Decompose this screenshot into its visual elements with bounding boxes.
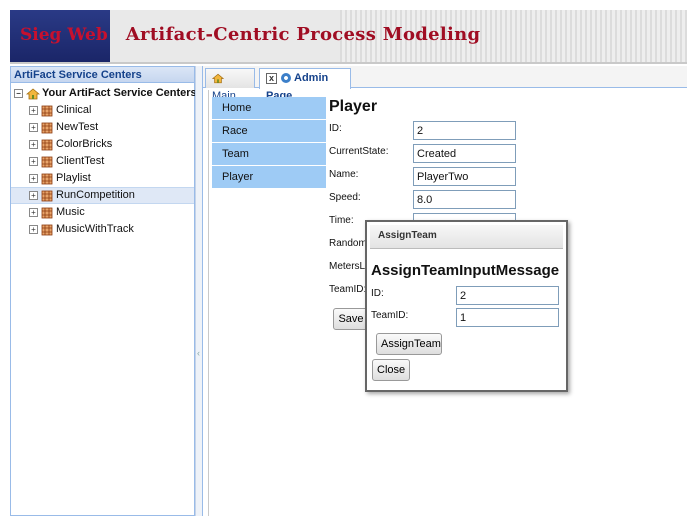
field-label: ID:: [371, 288, 384, 299]
dialog-team-id-input[interactable]: [456, 308, 559, 327]
home-icon: [212, 73, 224, 83]
tree-item-label: NewTest: [56, 121, 99, 133]
field-label: Name:: [329, 169, 359, 180]
field-label: TeamID:: [329, 284, 367, 295]
tree-item-label: ClientTest: [56, 155, 105, 167]
tree-item-colorbricks[interactable]: + ColorBricks: [11, 136, 194, 153]
name-input[interactable]: [413, 167, 516, 186]
field-id: ID:: [329, 121, 629, 144]
grid-icon: [41, 156, 53, 167]
grid-icon: [41, 207, 53, 218]
field-label: TeamID:: [371, 310, 409, 321]
service-tree: − Your ArtiFact Service Centers + Clinical…: [11, 83, 197, 238]
assign-team-button[interactable]: AssignTeam: [376, 333, 442, 355]
admin-gear-icon: [281, 73, 291, 84]
tree-item-clienttest[interactable]: + ClientTest: [11, 153, 194, 170]
current-state-input[interactable]: [413, 144, 516, 163]
grid-icon: [41, 190, 53, 201]
tree-item-label: ColorBricks: [56, 138, 113, 150]
expand-icon[interactable]: +: [29, 106, 38, 115]
dialog-field-id: ID:: [371, 286, 561, 306]
grid-icon: [41, 105, 53, 116]
tab-main[interactable]: Main: [205, 68, 255, 102]
tree-item-label: RunCompetition: [56, 189, 135, 201]
app-title: Artifact-Centric Process Modeling: [125, 24, 481, 45]
tree-item-label: MusicWithTrack: [56, 223, 134, 235]
field-label: ID:: [329, 123, 342, 134]
expand-icon[interactable]: +: [29, 140, 38, 149]
header-banner: Sieg Web Artifact-Centric Process Modelin…: [10, 10, 687, 64]
panel-splitter[interactable]: ‹: [195, 66, 202, 516]
expand-icon[interactable]: +: [29, 191, 38, 200]
nav-team[interactable]: Team: [212, 143, 326, 165]
dialog-title[interactable]: AssignTeam: [370, 225, 563, 249]
dialog-field-team-id: TeamID:: [371, 308, 561, 328]
id-input[interactable]: [413, 121, 516, 140]
field-current-state: CurrentState:: [329, 144, 629, 167]
field-label: Speed:: [329, 192, 361, 203]
home-icon: [26, 87, 40, 99]
entity-nav: Home Race Team Player: [212, 97, 326, 189]
tree-item-clinical[interactable]: + Clinical: [11, 102, 194, 119]
tab-strip: Main x Admin Page: [203, 66, 687, 102]
brand-title: Sieg Web Artifact-Centric Process Modelin…: [20, 24, 480, 45]
dialog-heading: AssignTeamInputMessage: [371, 262, 560, 279]
service-centers-panel: ArtiFact Service Centers − Your ArtiFact …: [10, 66, 197, 516]
tree-item-label: Playlist: [56, 172, 91, 184]
grid-icon: [41, 224, 53, 235]
field-label: Time:: [329, 215, 354, 226]
brand-name: Sieg Web: [20, 25, 108, 45]
tree-item-label: Music: [56, 206, 85, 218]
grid-icon: [41, 122, 53, 133]
field-name: Name:: [329, 167, 629, 190]
assign-team-dialog: AssignTeam AssignTeamInputMessage ID: Te…: [365, 220, 568, 392]
tree-item-playlist[interactable]: + Playlist: [11, 170, 194, 187]
nav-race[interactable]: Race: [212, 120, 326, 142]
close-tab-icon[interactable]: x: [266, 72, 277, 84]
field-label: CurrentState:: [329, 146, 389, 157]
splitter-grip-icon[interactable]: ‹: [197, 348, 200, 358]
save-button[interactable]: Save: [333, 308, 369, 330]
collapse-icon[interactable]: −: [14, 89, 23, 98]
grid-icon: [41, 173, 53, 184]
tree-item-music[interactable]: + Music: [11, 204, 194, 221]
tree-item-runcompetition[interactable]: + RunCompetition: [11, 187, 194, 204]
panel-title: ArtiFact Service Centers: [11, 67, 194, 83]
field-label: RandomI: [329, 238, 370, 249]
tree-item-newtest[interactable]: + NewTest: [11, 119, 194, 136]
tree-item-musicwithtrack[interactable]: + MusicWithTrack: [11, 221, 194, 238]
tree-root-label: Your ArtiFact Service Centers: [42, 87, 197, 99]
nav-home[interactable]: Home: [212, 97, 326, 119]
grid-icon: [41, 139, 53, 150]
expand-icon[interactable]: +: [29, 225, 38, 234]
field-speed: Speed:: [329, 190, 629, 213]
expand-icon[interactable]: +: [29, 157, 38, 166]
dialog-id-input[interactable]: [456, 286, 559, 305]
app-window: Sieg Web Artifact-Centric Process Modelin…: [0, 0, 687, 516]
expand-icon[interactable]: +: [29, 208, 38, 217]
tab-admin-page[interactable]: x Admin Page: [259, 68, 351, 102]
tree-item-label: Clinical: [56, 104, 92, 116]
form-title: Player: [329, 98, 378, 115]
speed-input[interactable]: [413, 190, 516, 209]
nav-player[interactable]: Player: [212, 166, 326, 188]
expand-icon[interactable]: +: [29, 174, 38, 183]
tree-root[interactable]: − Your ArtiFact Service Centers: [11, 85, 197, 102]
close-dialog-button[interactable]: Close: [372, 359, 410, 381]
expand-icon[interactable]: +: [29, 123, 38, 132]
